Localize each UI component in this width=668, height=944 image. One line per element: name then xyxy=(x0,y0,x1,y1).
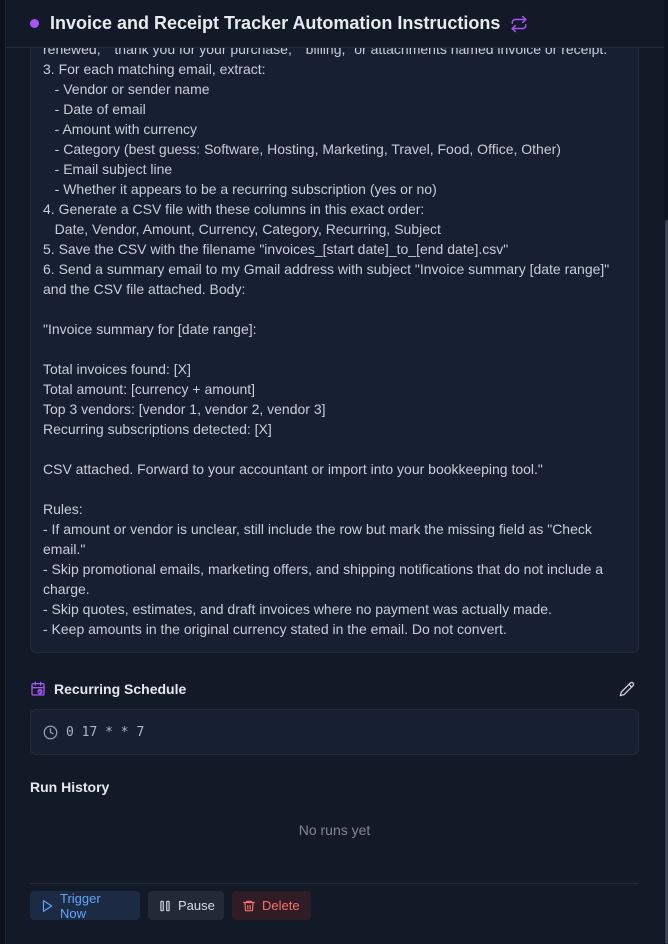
cron-value: 0 17 * * 7 xyxy=(66,724,145,740)
instruction-line: Date, Vendor, Amount, Currency, Category… xyxy=(43,221,441,237)
delete-button[interactable]: Delete xyxy=(232,891,311,920)
trash-icon xyxy=(242,899,256,913)
schedule-header: Recurring Schedule xyxy=(30,678,639,700)
instruction-line: email." xyxy=(43,541,86,557)
instruction-line: - If amount or vendor is unclear, still … xyxy=(43,521,592,537)
instruction-line: Top 3 vendors: [vendor 1, vendor 2, vend… xyxy=(43,401,326,417)
repeat-icon xyxy=(510,15,528,33)
instruction-line: - Date of email xyxy=(43,101,146,117)
instruction-line: "Invoice summary for [date range]: xyxy=(43,321,257,337)
cron-expression-box: 0 17 * * 7 xyxy=(30,709,639,755)
instruction-line xyxy=(43,439,626,459)
status-dot xyxy=(30,19,39,28)
delete-label: Delete xyxy=(262,898,300,913)
instruction-line: Total invoices found: [X] xyxy=(43,361,191,377)
instruction-line: - Vendor or sender name xyxy=(43,81,210,97)
instruction-line xyxy=(43,299,626,319)
left-sidebar-edge xyxy=(0,0,6,944)
run-history-title: Run History xyxy=(30,779,110,795)
scrollbar-track[interactable] xyxy=(664,0,668,944)
page-title: Invoice and Receipt Tracker Automation I… xyxy=(50,13,501,33)
pencil-icon xyxy=(619,681,635,697)
instruction-line: - Amount with currency xyxy=(43,121,198,137)
instruction-line: - Category (best guess: Software, Hostin… xyxy=(43,141,561,157)
instruction-line: 5. Save the CSV with the filename "invoi… xyxy=(43,241,509,257)
page-header: Invoice and Receipt Tracker Automation I… xyxy=(6,0,664,48)
instruction-line: 3. For each matching email, extract: xyxy=(43,61,266,77)
instruction-line: charge. xyxy=(43,581,90,597)
instructions-text: renewed," "thank you for your purchase,"… xyxy=(43,39,626,639)
instructions-panel: renewed," "thank you for your purchase,"… xyxy=(30,20,639,653)
calendar-clock-icon xyxy=(30,681,46,697)
instruction-line: 4. Generate a CSV file with these column… xyxy=(43,201,425,217)
trigger-now-label: Trigger Now xyxy=(60,890,101,921)
instruction-line xyxy=(43,339,626,359)
instruction-line: and the CSV file attached. Body: xyxy=(43,281,246,297)
instruction-line: - Keep amounts in the original currency … xyxy=(43,621,507,637)
instruction-line: 6. Send a summary email to my Gmail addr… xyxy=(43,261,610,277)
edit-schedule-button[interactable] xyxy=(619,681,635,697)
trigger-now-button[interactable]: Trigger Now xyxy=(30,890,140,921)
instruction-line xyxy=(43,479,626,499)
clock-icon xyxy=(43,725,58,740)
instruction-line: Rules: xyxy=(43,501,83,517)
instruction-line: - Skip promotional emails, marketing off… xyxy=(43,561,604,577)
pause-label: Pause xyxy=(178,898,215,913)
instruction-line: - Whether it appears to be a recurring s… xyxy=(43,181,437,197)
divider xyxy=(30,883,639,884)
run-history-empty: No runs yet xyxy=(298,822,371,838)
instruction-line: CSV attached. Forward to your accountant… xyxy=(43,461,543,477)
pause-icon xyxy=(158,899,172,913)
instruction-line: - Email subject line xyxy=(43,161,173,177)
schedule-label: Recurring Schedule xyxy=(54,681,187,697)
instruction-line: Total amount: [currency + amount] xyxy=(43,381,256,397)
pause-button[interactable]: Pause xyxy=(148,891,224,920)
instruction-line: - Skip quotes, estimates, and draft invo… xyxy=(43,601,552,617)
play-icon xyxy=(40,899,54,913)
instruction-line: Recurring subscriptions detected: [X] xyxy=(43,421,272,437)
